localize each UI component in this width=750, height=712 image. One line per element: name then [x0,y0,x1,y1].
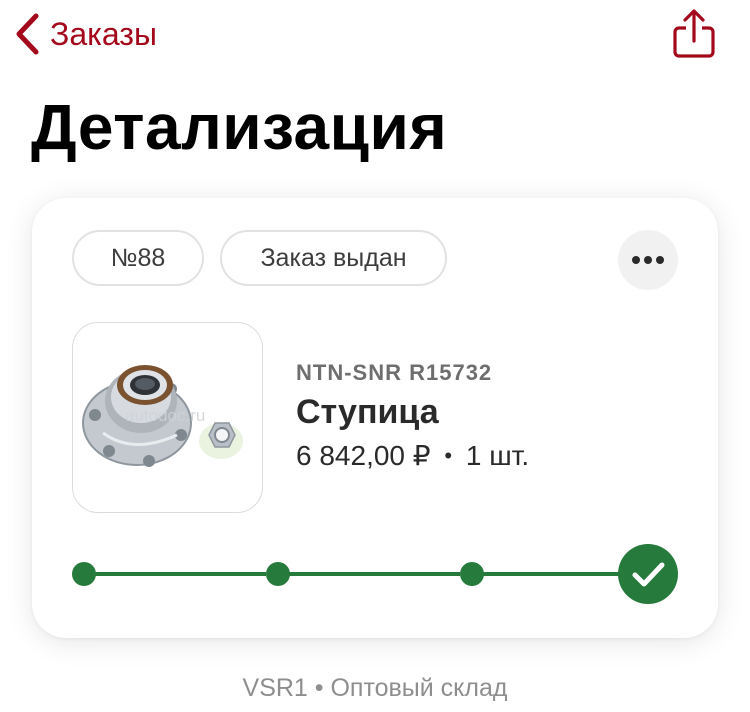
order-card: №88 Заказ выдан autodoc.ru NTN-SNR R1573… [32,198,718,638]
back-button-label: Заказы [50,16,157,52]
share-icon [673,9,715,58]
page-title: Детализация [31,91,448,163]
price-separator: • [444,443,453,468]
progress-step-3 [460,562,484,586]
svg-text:autodoc.ru: autodoc.ru [125,406,205,425]
progress-step-1 [72,562,96,586]
ellipsis-icon [632,256,664,264]
product-name: Ступица [296,393,439,431]
more-options-button[interactable] [618,230,678,290]
progress-step-2 [266,562,290,586]
order-number-chip: №88 [72,230,204,286]
product-price: 6 842,00 ₽ [296,440,431,471]
chevron-left-icon [16,13,39,55]
progress-step-4 [618,544,678,604]
back-button[interactable]: Заказы [14,12,157,56]
product-info: NTN-SNR R15732 Ступица 6 842,00 ₽ • 1 шт… [296,358,529,476]
product-quantity: 1 шт. [465,440,530,471]
warehouse-info: VSR1 • Оптовый склад [242,674,508,702]
order-progress [72,544,678,604]
product-code: NTN-SNR R15732 [296,360,493,385]
share-button[interactable] [672,8,716,60]
order-status-chip: Заказ выдан [220,230,447,286]
product-image[interactable]: autodoc.ru [72,322,263,513]
wheel-hub-image: autodoc.ru [82,365,243,467]
product-price-line: 6 842,00 ₽ • 1 шт. [296,438,529,476]
